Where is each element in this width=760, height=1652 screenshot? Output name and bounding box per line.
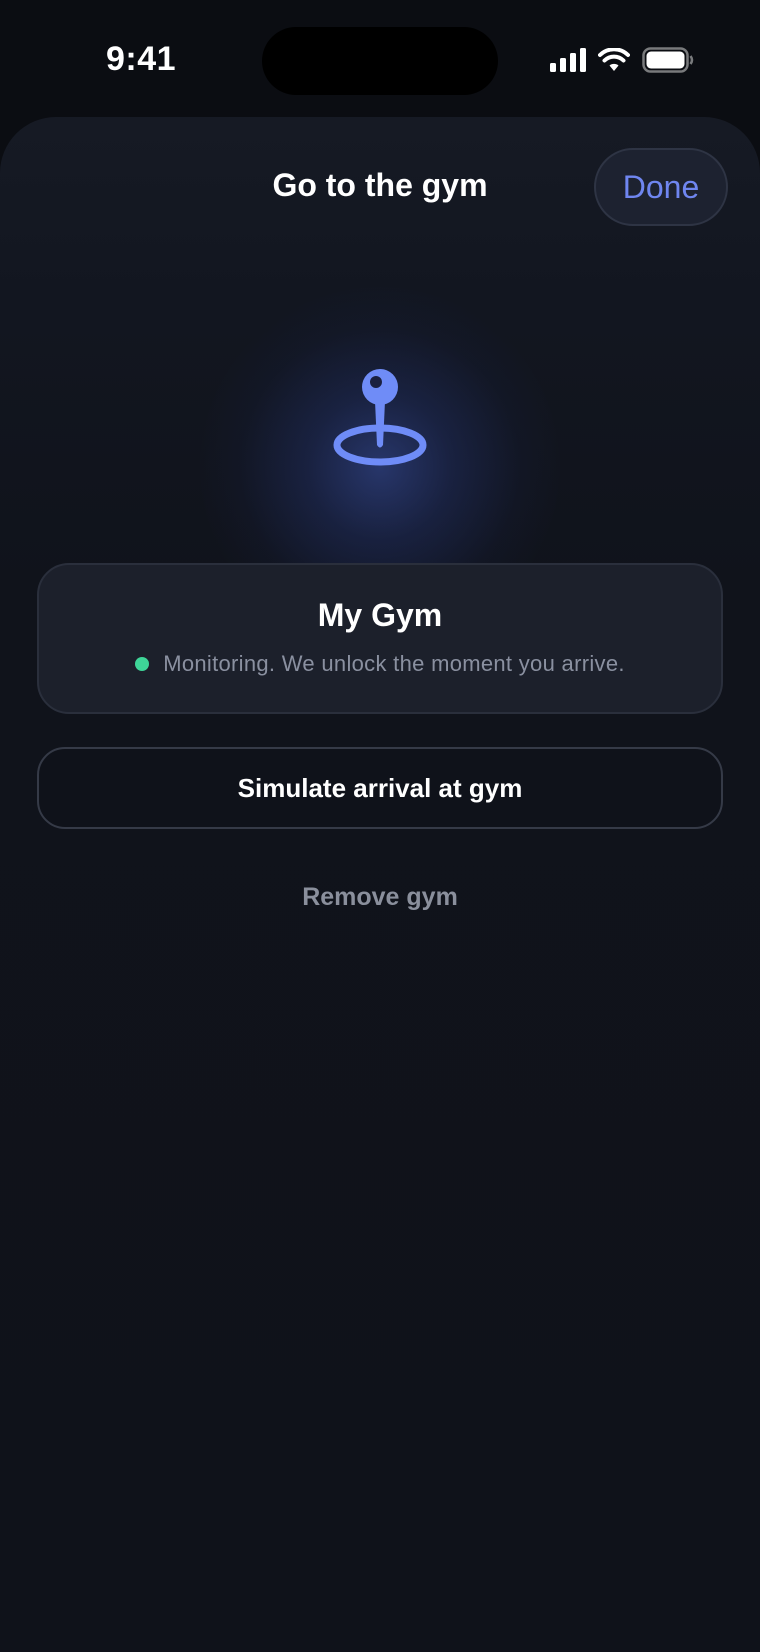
location-name: My Gym	[317, 597, 443, 633]
monitoring-status: Monitoring. We unlock the moment you arr…	[39, 651, 721, 677]
location-card: My Gym Monitoring. We unlock the moment …	[37, 563, 723, 714]
dynamic-island	[262, 27, 498, 95]
gym-sheet: Go to the gym Done My Gym Monitoring. We…	[0, 117, 760, 1652]
done-button[interactable]: Done	[594, 148, 728, 226]
cellular-signal-icon	[550, 48, 586, 72]
status-text: Monitoring. We unlock the moment you arr…	[163, 651, 625, 676]
status-dot-icon	[135, 657, 150, 671]
battery-icon	[642, 47, 694, 73]
status-icons	[550, 45, 694, 75]
app-screen: 9:41 Go to the gym Done My Gym Monitorin…	[0, 0, 760, 1652]
status-time: 9:41	[106, 40, 177, 78]
remove-gym-button[interactable]: Remove gym	[0, 883, 760, 912]
simulate-arrival-button[interactable]: Simulate arrival at gym	[37, 747, 723, 829]
wifi-icon	[598, 48, 630, 72]
status-bar: 9:41	[0, 0, 760, 118]
location-pin-icon	[330, 367, 430, 477]
